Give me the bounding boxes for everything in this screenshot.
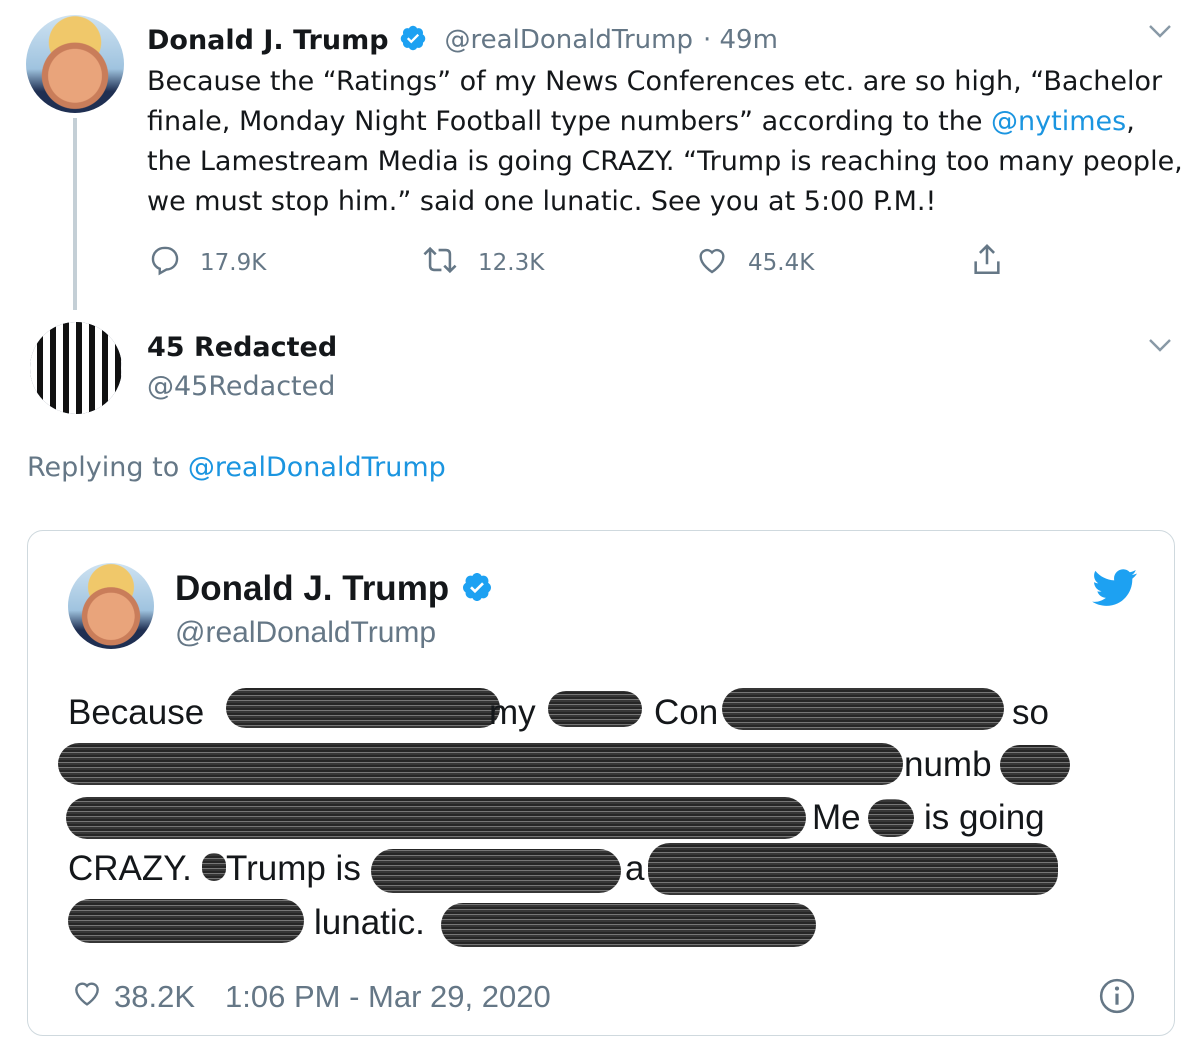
word-lunatic: lunatic. — [314, 903, 425, 942]
reply-icon — [148, 243, 182, 283]
redaction-scribble — [68, 899, 304, 943]
word-my: my — [489, 693, 536, 732]
retweet-icon — [420, 243, 460, 283]
redaction-scribble — [58, 743, 903, 785]
reply-count: 17.9K — [200, 250, 267, 276]
verified-badge-icon — [461, 571, 493, 607]
like-button[interactable]: 45.4K — [694, 243, 814, 283]
retweet-count: 12.3K — [478, 250, 545, 276]
redaction-scribble — [722, 688, 1004, 730]
redaction-scribble — [868, 799, 914, 837]
avatar-trump[interactable] — [26, 15, 124, 113]
twitter-bird-icon — [1092, 569, 1138, 611]
word-con: Con — [654, 693, 719, 732]
retweet-button[interactable]: 12.3K — [420, 243, 544, 283]
redaction-scribble — [1000, 745, 1070, 785]
info-icon — [1098, 977, 1136, 1019]
mention-link[interactable]: @nytimes — [991, 106, 1126, 137]
word-because: Because — [68, 693, 205, 732]
word-a: a — [625, 849, 645, 888]
word-trump-is: Trump is — [226, 849, 361, 888]
embed-timestamp: 1:06 PM - Mar 29, 2020 — [225, 979, 551, 1014]
tweet1-header: Donald J. Trump @realDonaldTrump · 49m — [147, 20, 778, 60]
tweet-line: finale, Monday Night Football type numbe… — [147, 106, 1135, 137]
embed-header: Donald J. Trump — [175, 569, 493, 609]
embed-footer: 38.2K 1:06 PM - Mar 29, 2020 — [70, 977, 551, 1017]
chevron-down-icon[interactable] — [1148, 22, 1172, 44]
verified-badge-icon — [399, 24, 427, 56]
thread-line — [73, 118, 77, 310]
redaction-scribble — [648, 843, 1058, 895]
embedded-tweet-image[interactable]: Donald J. Trump @realDonaldTrump Because… — [27, 530, 1175, 1036]
like-icon — [694, 243, 730, 283]
redaction-scribble — [66, 797, 806, 839]
word-is-going: is going — [924, 798, 1045, 837]
tweet-line: Because the “Ratings” of my News Confere… — [147, 66, 1163, 97]
embed-author-name: Donald J. Trump — [175, 569, 450, 608]
redaction-scribble — [441, 903, 816, 947]
author-name[interactable]: Donald J. Trump — [147, 25, 389, 56]
embed-like-count: 38.2K — [114, 979, 196, 1014]
word-numb: numb — [904, 745, 992, 784]
tweet-line: we must stop him.” said one lunatic. See… — [147, 186, 937, 217]
tweet-line: the Lamestream Media is going CRAZY. “Tr… — [147, 146, 1183, 177]
embed-author-handle: @realDonaldTrump — [175, 616, 437, 649]
jail-bars — [30, 322, 122, 414]
word-so: so — [1012, 693, 1049, 732]
like-icon — [70, 977, 104, 1017]
author-handle[interactable]: @realDonaldTrump — [445, 25, 693, 55]
author-handle[interactable]: @45Redacted — [147, 371, 335, 402]
tweet-time[interactable]: · 49m — [703, 25, 778, 55]
chevron-down-icon[interactable] — [1148, 336, 1172, 358]
word-me: Me — [812, 798, 861, 837]
share-icon[interactable] — [970, 241, 1004, 283]
replying-to: Replying to @realDonaldTrump — [27, 452, 446, 483]
reply-button[interactable]: 17.9K — [148, 243, 266, 283]
replying-to-link[interactable]: @realDonaldTrump — [188, 452, 446, 483]
tweet1-text: Because the “Ratings” of my News Confere… — [147, 62, 1187, 222]
like-count: 45.4K — [748, 250, 815, 276]
redaction-scribble — [371, 849, 621, 893]
redaction-scribble — [226, 688, 500, 728]
redaction-scribble — [202, 853, 226, 881]
word-crazy: CRAZY. — [68, 849, 192, 888]
embed-avatar — [68, 563, 154, 649]
avatar-45redacted[interactable] — [30, 322, 122, 414]
redaction-scribble — [548, 691, 642, 727]
author-name[interactable]: 45 Redacted — [147, 332, 337, 363]
